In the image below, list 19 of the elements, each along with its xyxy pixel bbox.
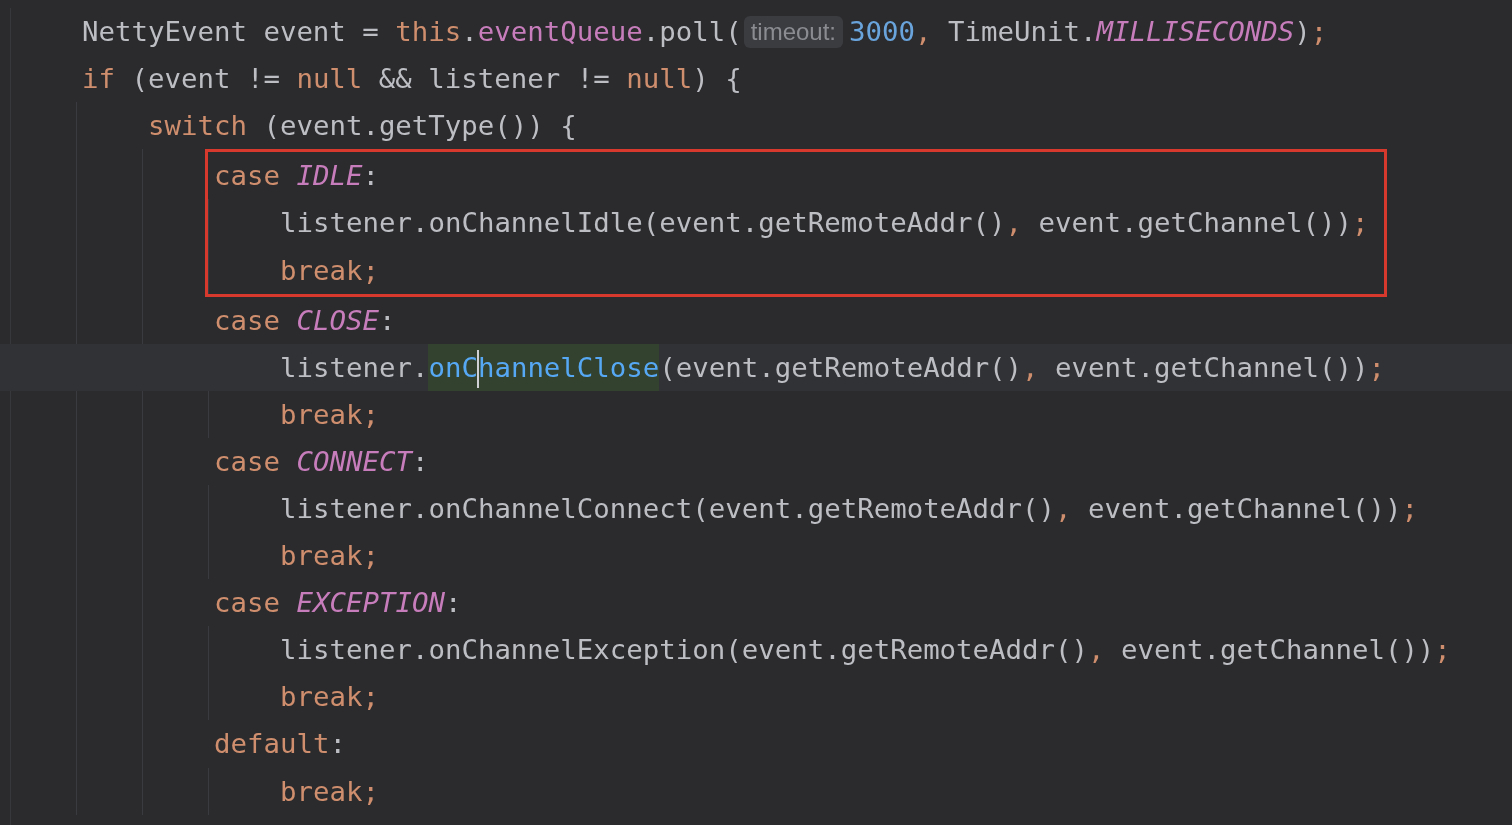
code-text: break; — [280, 254, 379, 286]
parameter-hint: timeout: — [743, 15, 844, 48]
code-text: if (event != null && listener != null) { — [82, 63, 742, 95]
code-text: switch (event.getType()) { — [148, 110, 577, 142]
code-text: listener.onChannelConnect(event.getRemoteAddr(), event.getChannel()); — [280, 493, 1418, 524]
code-text: break; — [280, 681, 379, 713]
code-text: 3000, TimeUnit.MILLISECONDS); — [849, 16, 1328, 48]
code-text: listener.onChannelIdle(event.getRemoteAddr(), event.getChannel()); — [280, 207, 1369, 239]
code-text: case CLOSE: — [214, 304, 396, 336]
code-text: case EXCEPTION: — [214, 587, 462, 619]
code-text: break; — [280, 775, 379, 807]
code-text: break; — [280, 398, 379, 430]
code-text: case CONNECT: — [214, 445, 429, 477]
code-text: default: — [214, 728, 346, 760]
code-text: break; — [280, 540, 379, 572]
code-text: NettyEvent event = this.eventQueue.poll( — [82, 16, 742, 48]
code-text: listener.onChannelException(event.getRemoteAddr(), event.getChannel()); — [280, 634, 1451, 666]
code-text: listener.onChannelClose(event.getRemoteAddr(), event.getChannel()); — [280, 343, 1385, 391]
code-text: case IDLE: — [214, 160, 379, 192]
